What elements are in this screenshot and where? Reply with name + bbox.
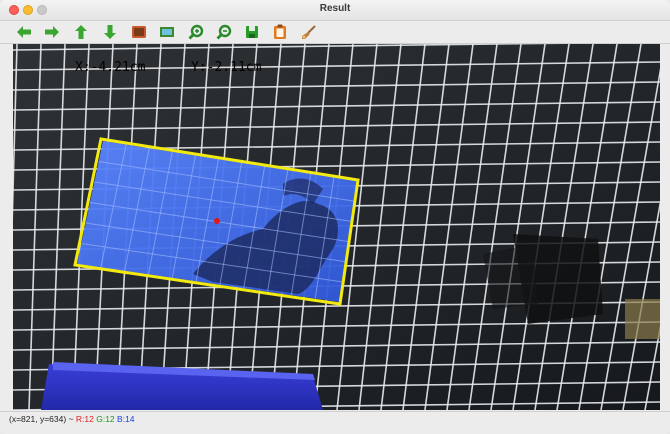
arrow-left-icon (17, 26, 31, 38)
zoom-fit-icon (132, 26, 146, 38)
title-bar: Result (0, 0, 670, 21)
pan-down-button[interactable] (100, 22, 120, 42)
pixel-red-value: R:12 (75, 414, 94, 424)
edge-object (625, 299, 660, 339)
arrow-up-icon (75, 25, 87, 39)
toolbar (0, 21, 670, 44)
save-icon (246, 26, 258, 38)
shadow-patch (483, 244, 538, 309)
result-window: Result X:-4.21cm Y:-2.11cm (x=821, y=634… (0, 0, 670, 434)
status-bar: (x=821, y=634) ~ R:12 G:12 B:14 (0, 411, 670, 434)
arrow-right-icon (45, 26, 59, 38)
zoom-original-button[interactable] (157, 22, 177, 42)
pan-up-button[interactable] (71, 22, 91, 42)
zoom-out-icon (216, 24, 232, 40)
arrow-down-icon (104, 25, 116, 39)
pixel-blue-value: B:14 (117, 414, 135, 424)
properties-button[interactable] (299, 22, 319, 42)
pan-right-button[interactable] (42, 22, 62, 42)
zoom-original-icon (160, 27, 174, 37)
window-title: Result (319, 3, 351, 14)
copy-button[interactable] (270, 22, 290, 42)
zoom-out-button[interactable] (214, 22, 234, 42)
camera-frame: X:-4.21cm Y:-2.11cm (13, 44, 660, 410)
zoom-fit-button[interactable] (129, 22, 149, 42)
zoom-in-button[interactable] (186, 22, 206, 42)
pixel-green-value: G:12 (96, 414, 115, 424)
zoom-in-icon (188, 24, 204, 40)
center-dot (214, 218, 220, 224)
pixel-position: (x=821, y=634) ~ (9, 414, 74, 424)
image-view[interactable]: X:-4.21cm Y:-2.11cm (13, 44, 660, 410)
pan-left-button[interactable] (14, 22, 34, 42)
coord-x-label: X:-4.21cm (75, 60, 146, 75)
coord-y-label: Y:-2.11cm (191, 60, 262, 75)
brush-icon (302, 25, 316, 39)
save-button[interactable] (242, 22, 262, 42)
clipboard-icon (274, 24, 286, 39)
